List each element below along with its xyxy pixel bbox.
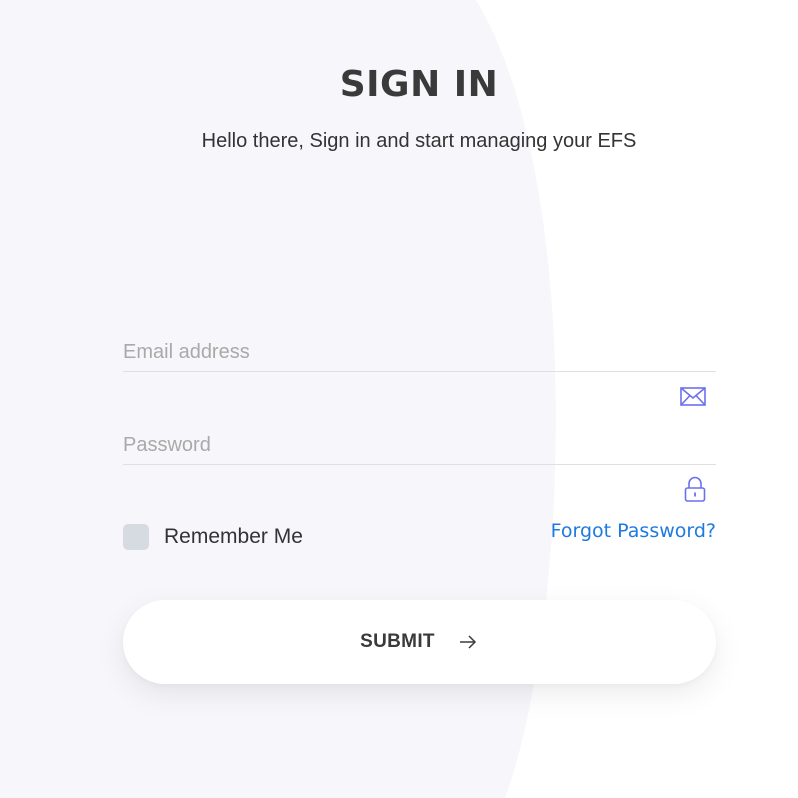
password-field <box>123 426 716 466</box>
forgot-password-link[interactable]: Forgot Password? <box>520 520 716 542</box>
submit-label: SUBMIT <box>360 631 435 652</box>
arrow-right-icon <box>459 635 476 649</box>
envelope-icon <box>680 387 706 406</box>
sign-in-page: SIGN IN Hello there, Sign in and start m… <box>0 0 798 798</box>
remember-me[interactable]: Remember Me <box>123 522 303 552</box>
submit-button[interactable]: SUBMIT <box>123 600 716 684</box>
password-input[interactable] <box>123 426 716 465</box>
page-title: SIGN IN <box>339 64 499 105</box>
remember-me-label: Remember Me <box>164 525 303 548</box>
email-input[interactable] <box>123 333 716 372</box>
remember-me-checkbox[interactable] <box>123 524 149 550</box>
lock-icon <box>684 476 706 502</box>
email-field <box>123 333 716 373</box>
page-subtitle: Hello there, Sign in and start managing … <box>201 130 637 152</box>
